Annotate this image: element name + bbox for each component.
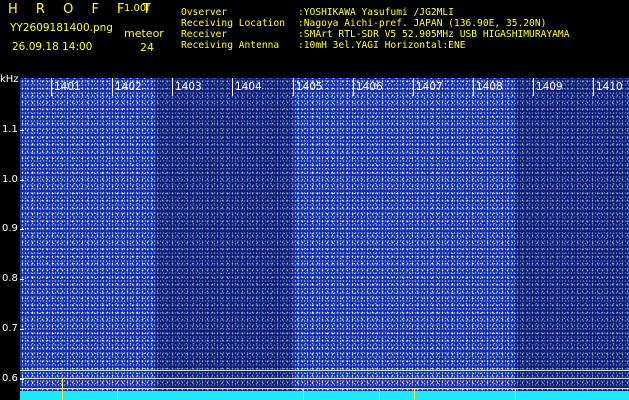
y-tick-label: 0.8 [2, 273, 18, 284]
meteor-echo [515, 388, 516, 400]
reference-line [20, 370, 629, 371]
meta-value-location: :Nagoya Aichi-pref. JAPAN (136.90E, 35.2… [298, 18, 547, 29]
date-time: 26.09.18 14:00 [12, 41, 93, 53]
x-tick-mark [51, 78, 52, 96]
meteor-echo [62, 378, 63, 400]
reference-line [20, 388, 629, 389]
meteor-echo [117, 388, 118, 400]
x-tick-label: 1403 [175, 81, 202, 93]
file-name: YY2609181400.png [10, 22, 113, 34]
x-tick-label: 1406 [356, 81, 383, 93]
y-tick-label: 0.6 [2, 373, 18, 384]
meta-key-observer: Ovserver [181, 7, 228, 18]
y-tick-label: 0.9 [2, 223, 18, 234]
x-tick-label: 1407 [416, 81, 443, 93]
x-tick-mark [112, 78, 113, 96]
meta-key-receiver: Receiver [181, 29, 228, 40]
y-tick-mark [20, 130, 24, 131]
dark-band [515, 78, 629, 400]
y-tick-mark [20, 229, 24, 230]
app-version: 1.00f [124, 3, 150, 14]
x-tick-label: 1401 [54, 81, 81, 93]
dark-band [156, 78, 293, 400]
x-tick-label: 1405 [296, 81, 323, 93]
x-tick-mark [232, 78, 233, 96]
baseline-noise [20, 391, 629, 400]
x-tick-label: 1408 [476, 81, 503, 93]
meta-key-antenna: Receiving Antenna [181, 40, 280, 51]
header-panel: H R O F F T 1.00f YY2609181400.png 26.09… [0, 0, 629, 74]
y-axis-unit: kHz [0, 74, 19, 85]
meteor-count: 24 [140, 41, 154, 54]
x-tick-mark [473, 78, 474, 96]
y-tick-mark [20, 379, 24, 380]
x-tick-mark [593, 78, 594, 96]
x-tick-label: 1409 [536, 81, 563, 93]
y-tick-label: 1.1 [2, 124, 18, 135]
meta-value-observer: :YOSHIKAWA Yasufumi /JG2MLI [298, 7, 454, 18]
x-tick-mark [172, 78, 173, 96]
x-tick-mark [533, 78, 534, 96]
y-tick-label: 0.7 [2, 323, 18, 334]
y-tick-mark [20, 279, 24, 280]
x-tick-label: 1404 [235, 81, 262, 93]
meta-key-location: Receiving Location [181, 18, 285, 29]
y-tick-mark [20, 329, 24, 330]
x-tick-mark [293, 78, 294, 96]
x-tick-label: 1410 [596, 81, 623, 93]
y-tick-label: 1.0 [2, 174, 18, 185]
reference-line [20, 378, 629, 379]
meteor-echo [414, 388, 415, 400]
meteor-echo [379, 388, 380, 400]
meta-value-antenna: :10mH 3el.YAGI Horizontal:ENE [298, 40, 466, 51]
spectrogram-plot [20, 78, 629, 400]
meta-value-receiver: :SMArt RTL-SDR V5 52.905MHz USB HIGASHIM… [298, 29, 570, 40]
y-tick-mark [20, 180, 24, 181]
x-tick-mark [413, 78, 414, 96]
x-tick-label: 1402 [115, 81, 142, 93]
meteor-echo [303, 388, 304, 400]
x-tick-mark [353, 78, 354, 96]
meteor-label: meteor [124, 27, 164, 40]
